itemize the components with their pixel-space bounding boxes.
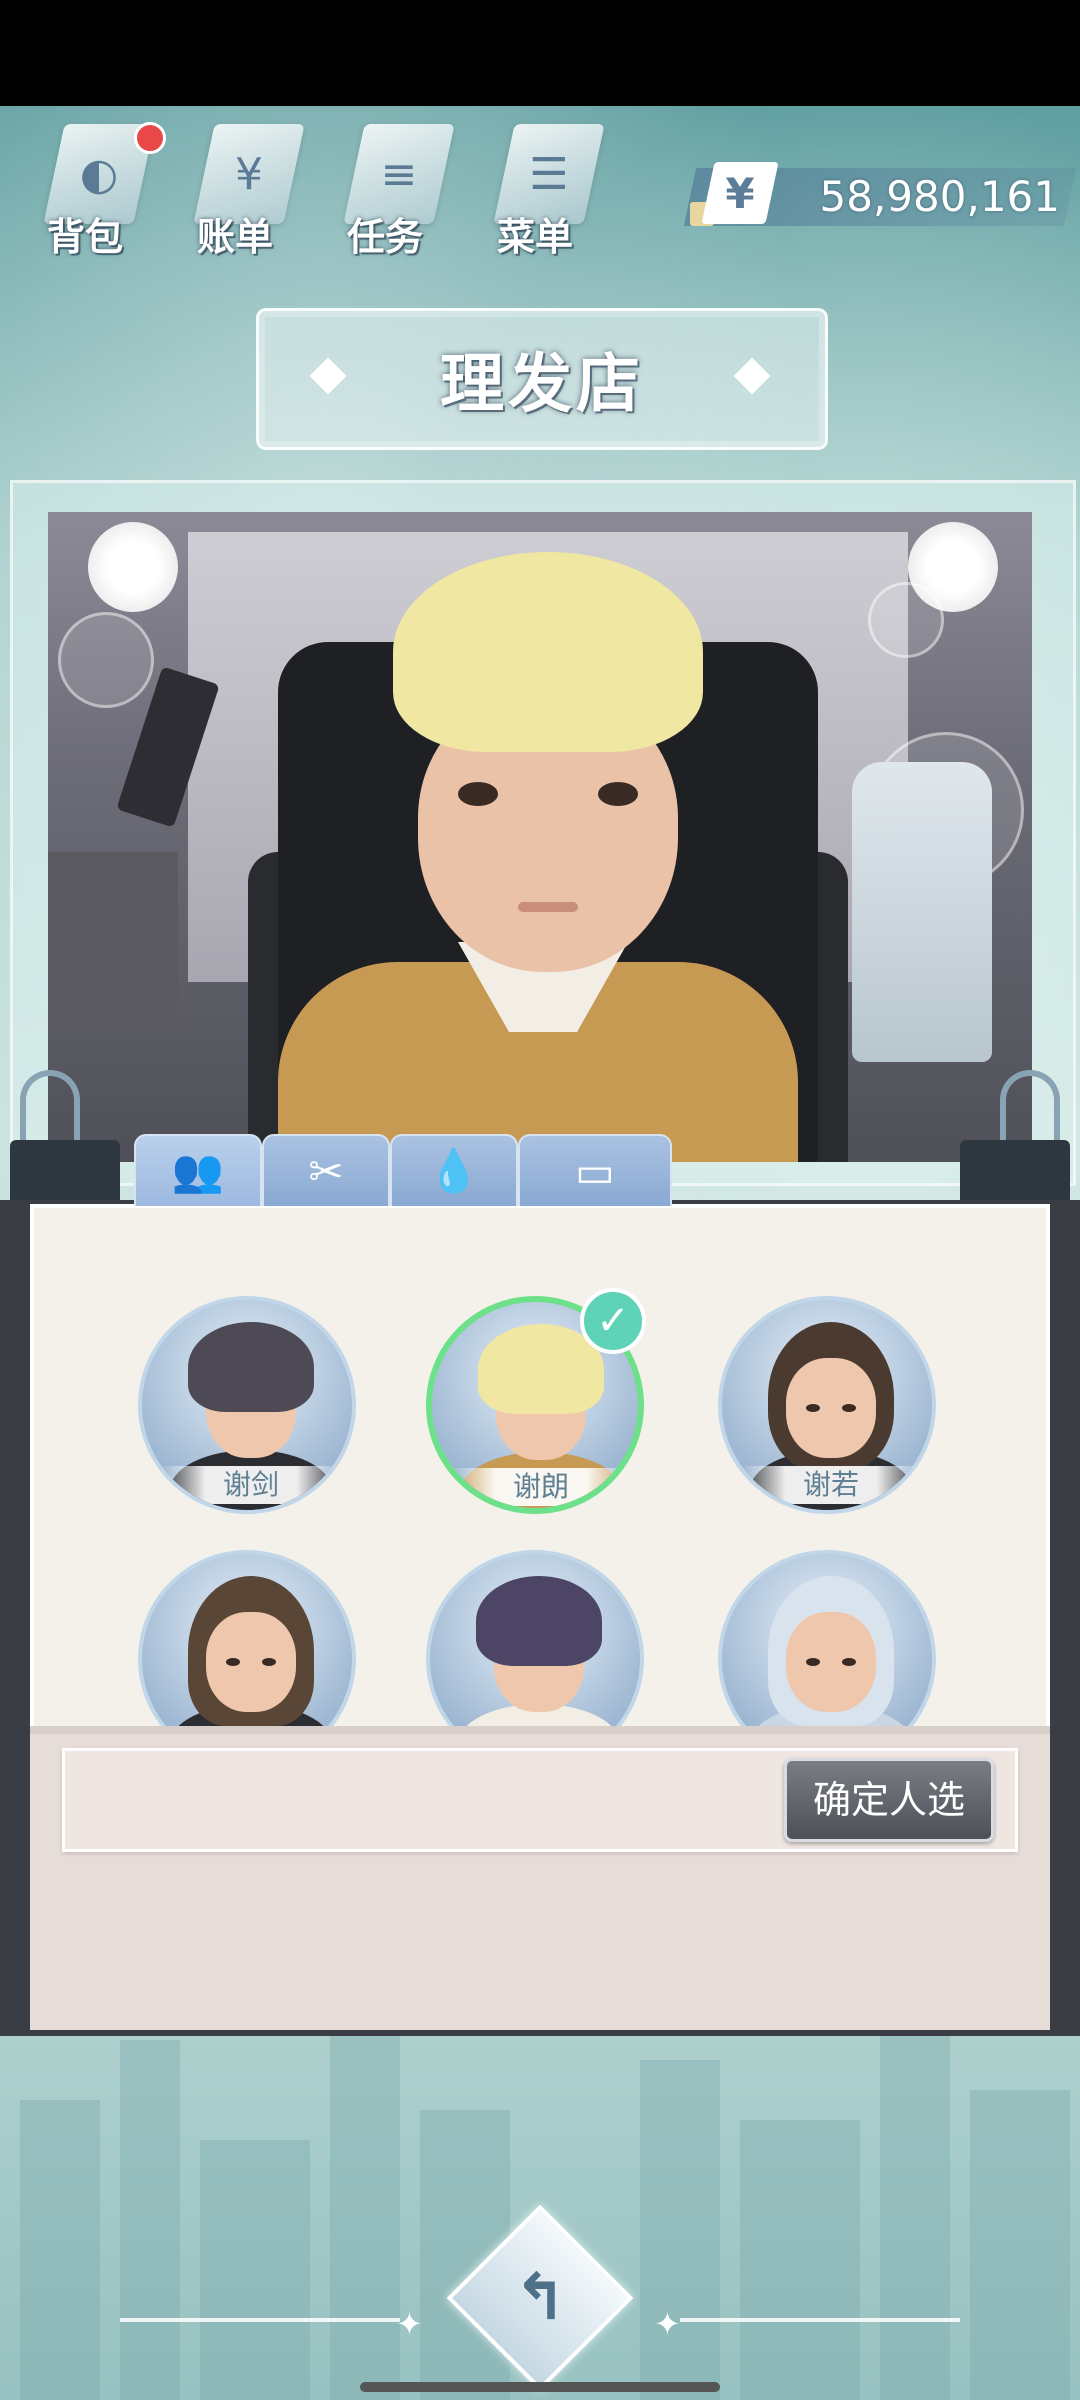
tab-characters[interactable]: 👥 [134, 1134, 262, 1206]
lamp [88, 522, 178, 612]
task-button[interactable]: ≡ 任务 [330, 118, 460, 268]
task-label: 任务 [346, 215, 423, 259]
scissors-icon: ✂ [308, 1146, 344, 1196]
sparkle-icon: ✦ [396, 2305, 423, 2343]
page-title: 理发店 [440, 348, 644, 422]
makeup-icon: ▭ [575, 1146, 615, 1196]
character-avatar[interactable]: 谢剑 [138, 1296, 356, 1514]
character-preview [48, 512, 1032, 1162]
bill-label: 账单 [196, 215, 273, 259]
menu-label: 菜单 [496, 215, 573, 259]
back-icon: ↰ [513, 2261, 567, 2335]
bill-button[interactable]: ¥ 账单 [180, 118, 310, 268]
character-name: 谢朗 [450, 1468, 632, 1506]
tab-haircut[interactable]: ✂ [262, 1134, 390, 1206]
tool-cup [48, 852, 178, 1032]
spray-bottle [852, 762, 992, 1062]
money-value: 58,980,161 [819, 172, 1060, 221]
menu-button[interactable]: ☰ 菜单 [480, 118, 610, 268]
people-icon: 👥 [171, 1146, 225, 1195]
tab-dye[interactable]: 💧 [390, 1134, 518, 1206]
currency-icon: ¥ [701, 162, 779, 224]
character-name: 谢若 [740, 1466, 922, 1504]
check-icon: ✓ [580, 1288, 646, 1354]
character-hair [393, 552, 703, 752]
confirm-selection-button[interactable]: 确定人选 [784, 1758, 994, 1842]
home-indicator[interactable] [360, 2382, 720, 2392]
notification-dot [134, 122, 166, 154]
character-name: 谢剑 [160, 1466, 342, 1504]
status-bar [0, 0, 1080, 106]
title-plate: 理发店 [256, 308, 828, 450]
backpack-label: 背包 [46, 215, 123, 259]
dye-icon: 💧 [427, 1146, 481, 1195]
tab-makeup[interactable]: ▭ [518, 1134, 672, 1206]
sparkle-icon: ✦ [654, 2305, 681, 2343]
character-avatar[interactable]: 谢若 [718, 1296, 936, 1514]
